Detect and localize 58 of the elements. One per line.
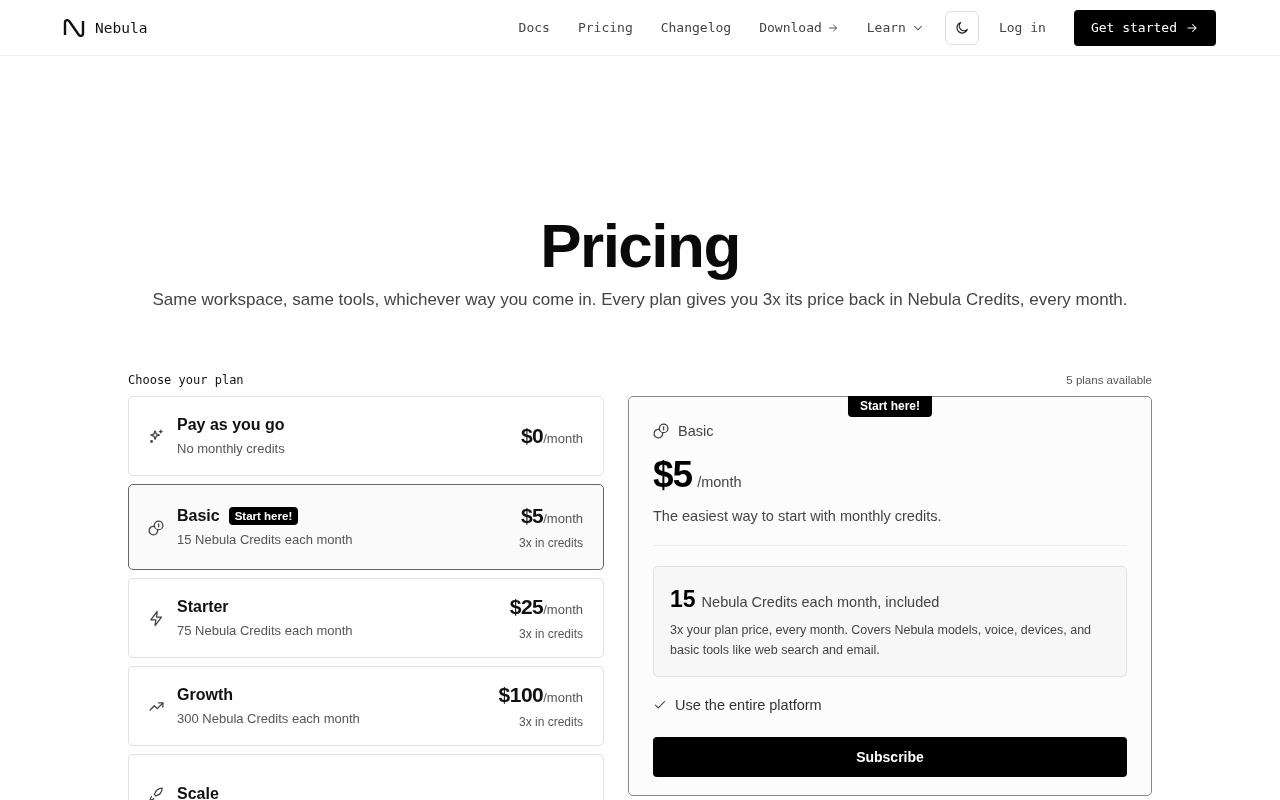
plan-credits: No monthly credits	[177, 441, 286, 456]
plan-price: $5	[520, 504, 544, 528]
theme-toggle-button[interactable]	[944, 10, 979, 45]
subscribe-button[interactable]: Subscribe	[653, 737, 1127, 777]
plan-card[interactable]: Growth 300 Nebula Credits each month $100/month 3x in credits	[128, 666, 604, 746]
plan-credits: 15 Nebula Credits each month	[177, 532, 354, 547]
lightning-bolt-icon	[148, 609, 165, 627]
section-heading: Choose your plan	[128, 373, 244, 387]
nav-link[interactable]: Learn	[854, 14, 937, 41]
plan-card[interactable]: Pay as you go No monthly credits $0/month	[128, 396, 604, 476]
price-period: /month	[543, 602, 583, 617]
nav-link[interactable]: Download	[747, 14, 851, 41]
plan-credits: 300 Nebula Credits each month	[177, 711, 361, 726]
price-period: /month	[543, 511, 583, 526]
plan-price: $25	[509, 595, 544, 619]
login-link[interactable]: Log in	[986, 14, 1058, 41]
plan-card[interactable]: Starter 75 Nebula Credits each month $25/month 3x in credits	[128, 578, 604, 658]
plan-badge: Start here!	[848, 396, 932, 417]
sparkles-icon	[148, 427, 165, 445]
plans-count: 5 plans available	[1066, 374, 1152, 386]
page-subtitle: Same workspace, same tools, whichever way you come in. Every plan gives you 3x its price back in Nebula Credits, every month.	[151, 290, 1129, 310]
plan-name: Basic	[678, 422, 714, 439]
logo-icon	[63, 17, 85, 38]
moon-icon	[953, 19, 970, 36]
plan-name: Basic	[177, 507, 220, 525]
plan-card[interactable]: Basic Start here! 15 Nebula Credits each month $5/month 3x in credits	[128, 484, 604, 570]
plan-price: $0	[520, 424, 544, 448]
coins-icon	[148, 518, 165, 536]
nav-link[interactable]: Pricing	[565, 14, 645, 41]
plan-name: Growth	[177, 686, 233, 704]
rocket-icon	[148, 785, 165, 800]
plan-name: Pay as you go	[177, 416, 285, 434]
arrow-right-icon	[826, 21, 839, 34]
plan-name: Starter	[177, 598, 229, 616]
price-period: /month	[697, 474, 742, 490]
plan-description: The easiest way to start with monthly credits.	[653, 508, 1127, 546]
plan-note: 3x in credits	[518, 715, 583, 729]
price-period: /month	[543, 690, 583, 705]
plan-card[interactable]: Scale	[128, 754, 604, 800]
plan-note: 3x in credits	[518, 536, 583, 550]
get-started-button[interactable]: Get started	[1073, 9, 1216, 46]
credits-note: 3x your plan price, every month. Covers Nebula models, voice, devices, and basic tools like web search and email.	[670, 622, 1093, 659]
plan-name: Scale	[177, 785, 219, 800]
page-title: Pricing	[539, 212, 741, 280]
plan-price: $100	[498, 683, 544, 707]
nav-link[interactable]: Docs	[506, 14, 562, 41]
plan-price: $5	[653, 454, 693, 496]
checkmark-icon	[653, 698, 667, 712]
plan-credits: 75 Nebula Credits each month	[177, 623, 354, 638]
credits-amount: 15	[670, 586, 696, 613]
plan-badge: Start here!	[228, 507, 299, 525]
brand-name[interactable]: Nebula	[95, 19, 148, 36]
plan-note: 3x in credits	[518, 627, 583, 641]
nav-link[interactable]: Changelog	[648, 14, 744, 41]
feature-text: Use the entire platform	[675, 697, 822, 713]
price-period: /month	[543, 431, 583, 446]
credits-label: Nebula Credits each month, included	[701, 594, 940, 610]
coins-icon	[653, 422, 670, 439]
